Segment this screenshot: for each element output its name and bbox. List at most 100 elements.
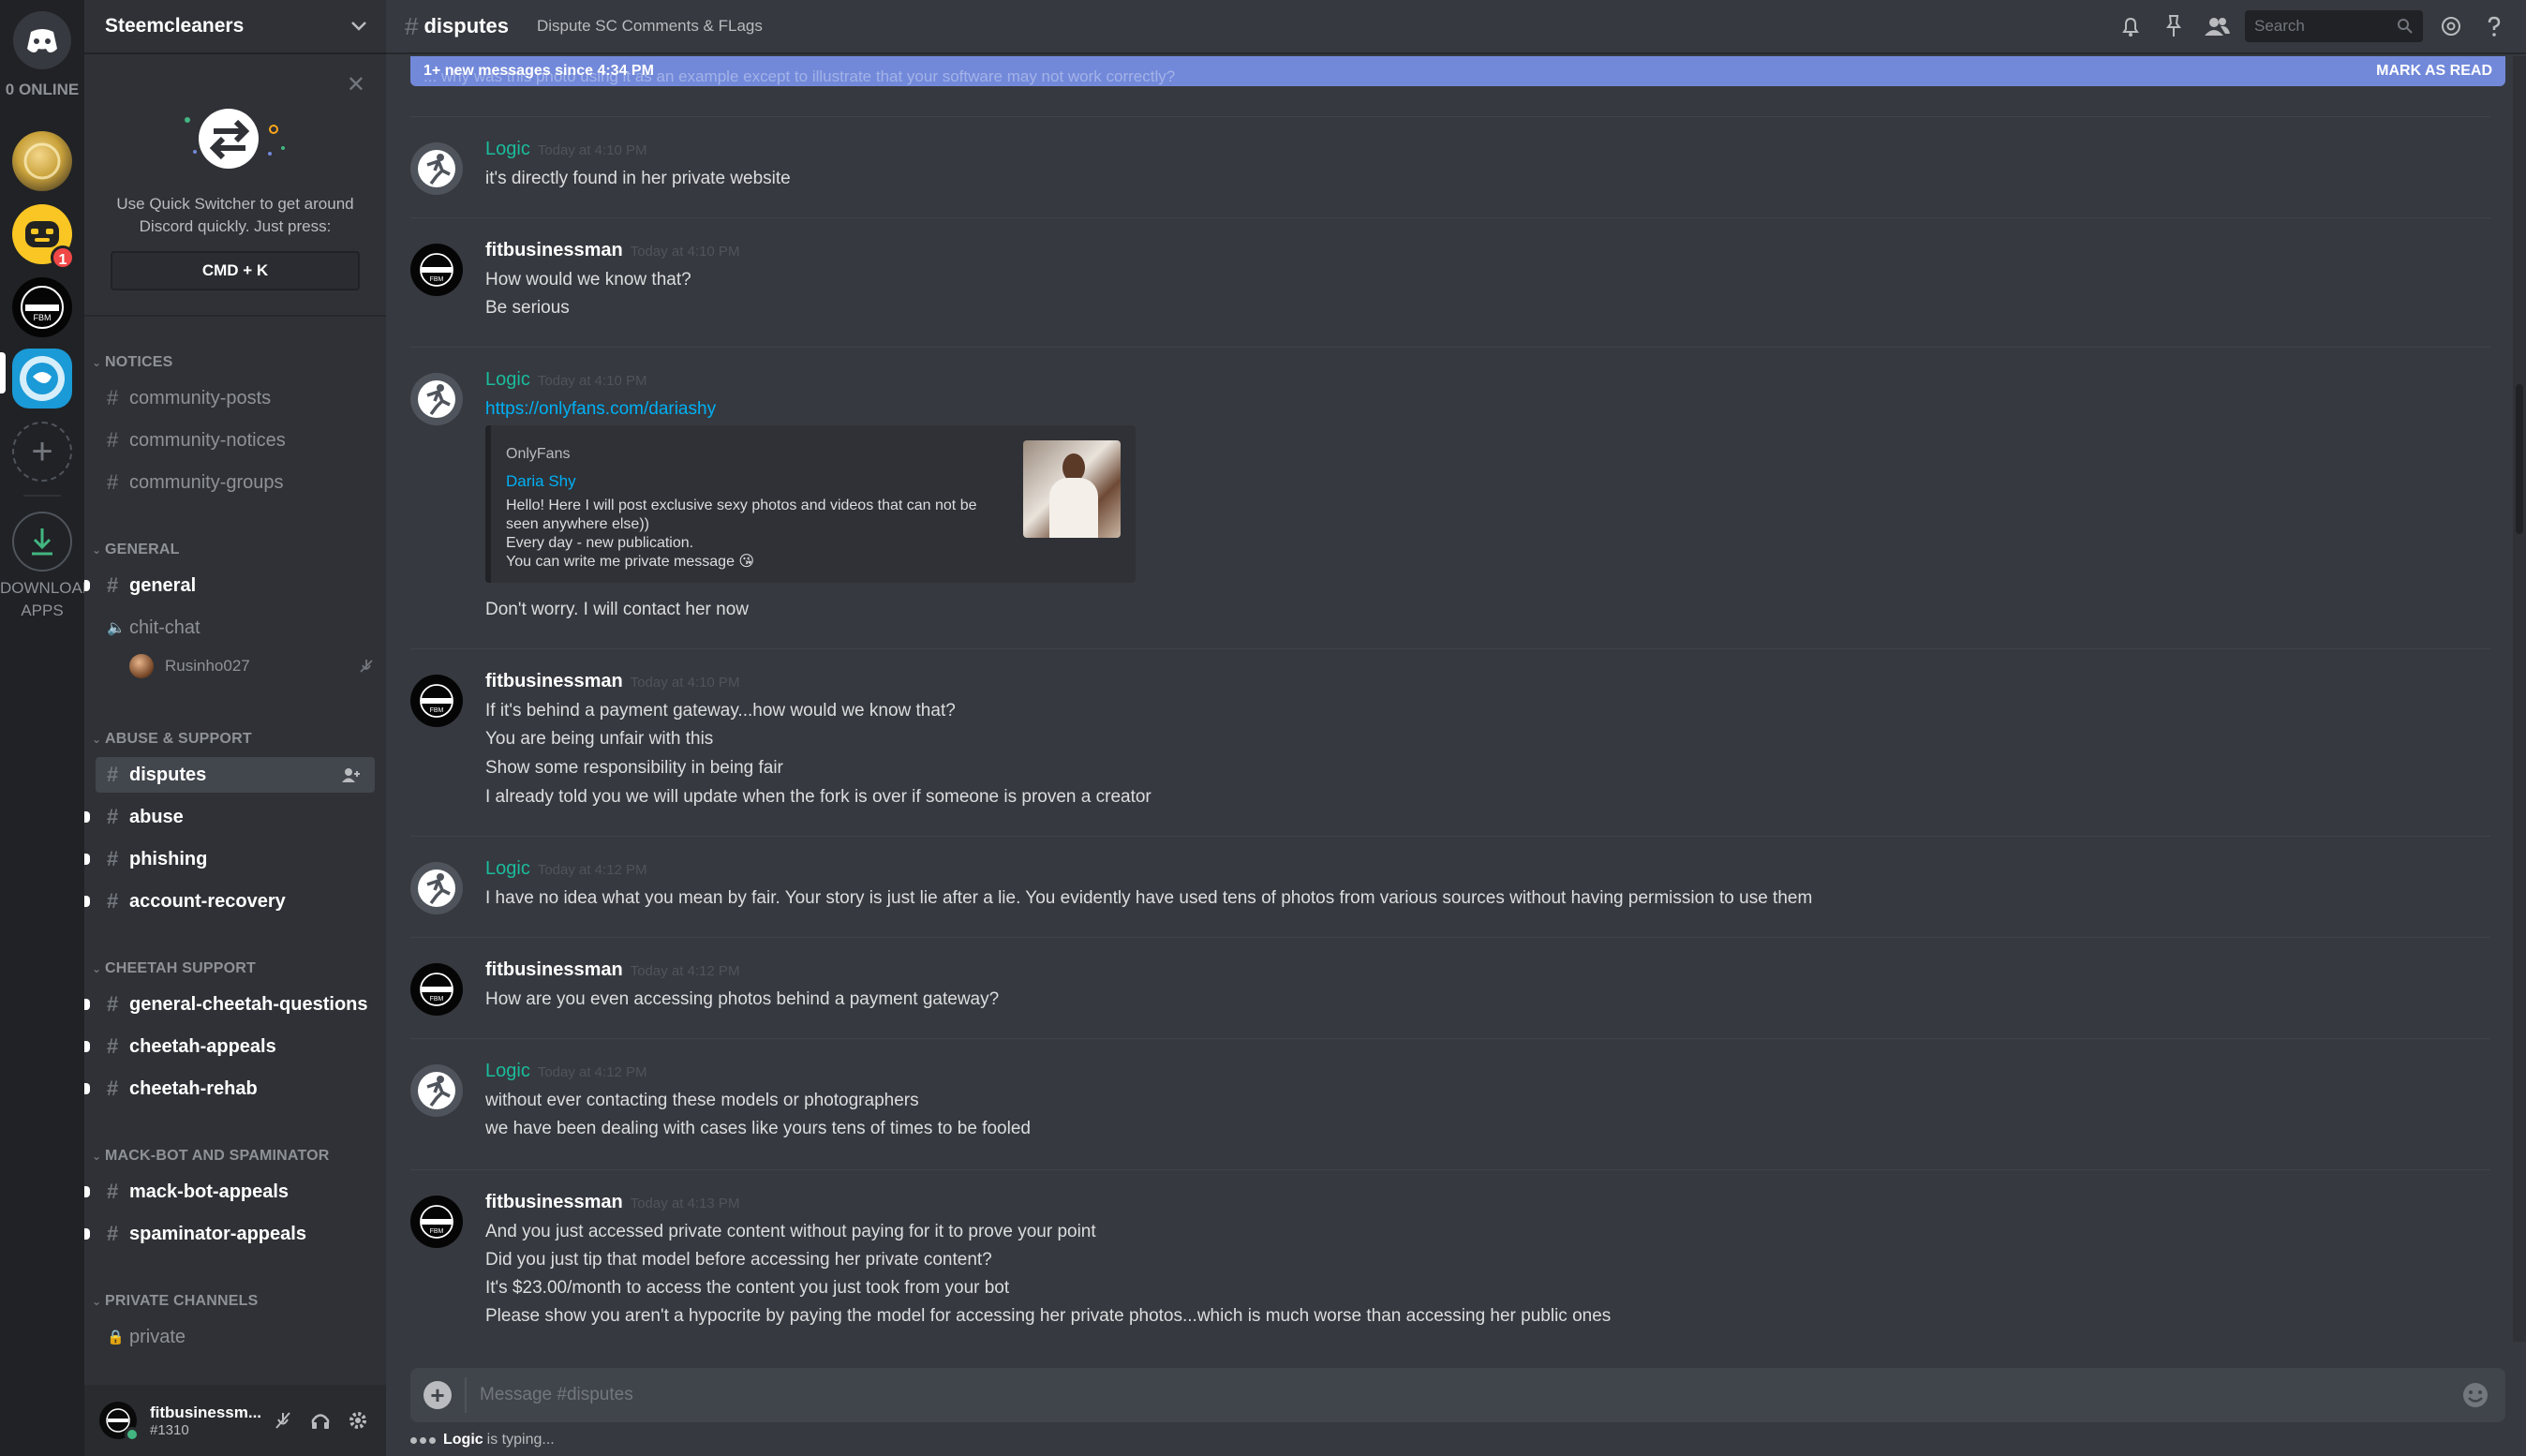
channel-phishing[interactable]: # phishing: [84, 841, 375, 877]
hash-icon: #: [107, 992, 119, 1016]
avatar[interactable]: FBM: [410, 1196, 463, 1248]
channel-general-cheetah-questions[interactable]: # general-cheetah-questions: [84, 987, 375, 1022]
channel-label: phishing: [129, 848, 208, 869]
message-group: FBM fitbusinessman Today at 4:12 PM How a…: [410, 959, 2472, 1016]
scrollbar-thumb[interactable]: [2516, 384, 2523, 534]
message-divider: [410, 1169, 2490, 1170]
avatar[interactable]: [410, 373, 463, 425]
help-button[interactable]: [2479, 9, 2509, 43]
username[interactable]: Logic: [485, 139, 530, 159]
add-member-icon[interactable]: [341, 766, 362, 783]
category-label: ABUSE & SUPPORT: [105, 731, 252, 747]
timestamp: Today at 4:12 PM: [630, 963, 740, 979]
download-apps-label: DOWNLOAD APPS: [0, 579, 84, 619]
channel-cheetah-rehab[interactable]: # cheetah-rehab: [84, 1071, 375, 1107]
username[interactable]: fitbusinessman: [485, 1192, 623, 1212]
category-label: MACK-BOT AND SPAMINATOR: [105, 1148, 330, 1164]
channel-label: general: [129, 574, 197, 596]
deafen-button[interactable]: [307, 1407, 334, 1434]
avatar[interactable]: FBM: [410, 244, 463, 296]
download-apps-button[interactable]: [12, 512, 72, 572]
avatar[interactable]: [99, 1402, 140, 1442]
mentions-button[interactable]: [2436, 9, 2466, 43]
new-messages-bar[interactable]: ... why was this photo using it as an ex…: [410, 56, 2505, 86]
message-group: FBM fitbusinessman Today at 4:10 PM If it…: [410, 671, 2472, 811]
avatar[interactable]: [410, 862, 463, 914]
message-link[interactable]: https://onlyfans.com/dariashy: [485, 399, 716, 420]
add-server-button[interactable]: +: [12, 422, 72, 482]
members-icon: [2205, 18, 2230, 36]
unread-indicator: [84, 1083, 90, 1094]
quick-switcher-shortcut[interactable]: CMD + K: [111, 251, 360, 290]
message-scrollbar[interactable]: [2513, 56, 2526, 1342]
mark-as-read-button[interactable]: MARK AS READ: [2376, 63, 2492, 80]
svg-text:FBM: FBM: [430, 996, 444, 1003]
gear-icon: [349, 1412, 366, 1429]
speaker-icon: 🔈: [107, 620, 126, 636]
embed-description: Hello! Here I will post exclusive sexy p…: [506, 498, 977, 570]
emoji-picker-icon[interactable]: [2460, 1380, 2490, 1410]
channel-chit-chat[interactable]: 🔈 chit-chat: [96, 610, 375, 646]
channel-community-groups[interactable]: # community-groups: [96, 465, 375, 500]
pinned-messages-button[interactable]: [2159, 9, 2189, 43]
discord-home-button[interactable]: [13, 11, 71, 69]
embed-thumbnail[interactable]: [1023, 440, 1121, 538]
channel-community-posts[interactable]: # community-posts: [96, 380, 375, 416]
channel-general[interactable]: # general: [84, 568, 375, 603]
channel-spaminator-appeals[interactable]: # spaminator-appeals: [84, 1216, 375, 1252]
timestamp: Today at 4:10 PM: [537, 142, 647, 158]
server-icon-fbm[interactable]: FBM: [12, 277, 72, 337]
username[interactable]: fitbusinessman: [485, 959, 623, 980]
quick-switcher-text: Use Quick Switcher to get around Discord…: [116, 195, 354, 235]
hash-icon: #: [107, 386, 119, 409]
username[interactable]: Logic: [485, 369, 530, 390]
embed-title[interactable]: Daria Shy: [506, 472, 576, 491]
message-text: How are you even accessing photos behind…: [485, 989, 1000, 1009]
channel-community-notices[interactable]: # community-notices: [96, 423, 375, 458]
category-private-channels[interactable]: ⌄ PRIVATE CHANNELS: [92, 1293, 259, 1310]
message-composer[interactable]: + Message #disputes: [410, 1368, 2505, 1422]
embed-provider[interactable]: OnlyFans: [506, 446, 570, 463]
username[interactable]: Logic: [485, 858, 530, 879]
message-text: You are being unfair with this: [485, 729, 714, 749]
channel-account-recovery[interactable]: # account-recovery: [84, 884, 375, 919]
channel-private[interactable]: 🔒 private: [96, 1319, 375, 1355]
server-icon-steemcleaners[interactable]: [12, 349, 72, 409]
channel-topic[interactable]: Dispute SC Comments & FLags: [537, 17, 763, 36]
mute-mic-button[interactable]: [270, 1407, 296, 1434]
category-general[interactable]: ⌄ GENERAL: [92, 542, 180, 558]
channel-disputes[interactable]: # disputes: [96, 757, 375, 793]
member-list-button[interactable]: [2202, 9, 2232, 43]
avatar[interactable]: FBM: [410, 675, 463, 727]
avatar[interactable]: FBM: [410, 963, 463, 1016]
user-settings-button[interactable]: [345, 1407, 371, 1434]
channel-mack-bot-appeals[interactable]: # mack-bot-appeals: [84, 1174, 375, 1210]
user-meta: fitbusinessm... #1310: [150, 1404, 262, 1438]
channel-abuse[interactable]: # abuse: [84, 799, 375, 835]
message-text: it's directly found in her private websi…: [485, 169, 791, 188]
category-mack-bot[interactable]: ⌄ MACK-BOT AND SPAMINATOR: [92, 1148, 330, 1165]
username[interactable]: Logic: [485, 1061, 530, 1081]
voice-user[interactable]: Rusinho027: [129, 654, 375, 678]
avatar[interactable]: [410, 1064, 463, 1117]
guild-header[interactable]: Steemcleaners: [84, 0, 386, 54]
category-cheetah-support[interactable]: ⌄ CHEETAH SUPPORT: [92, 960, 256, 977]
unread-indicator: [84, 580, 90, 591]
close-icon[interactable]: ✕: [347, 71, 365, 98]
search-input[interactable]: Search: [2245, 10, 2423, 42]
channel-label: community-groups: [129, 471, 284, 493]
username[interactable]: fitbusinessman: [485, 240, 623, 260]
message-input[interactable]: Message #disputes: [480, 1385, 633, 1405]
server-icon-coin[interactable]: [12, 131, 72, 191]
message-group: Logic Today at 4:12 PM without ever conta…: [410, 1061, 2472, 1145]
message-header: fitbusinessman Today at 4:13 PM: [485, 1192, 739, 1213]
upload-plus-button[interactable]: +: [423, 1381, 452, 1409]
username[interactable]: fitbusinessman: [485, 671, 623, 691]
search-placeholder: Search: [2254, 17, 2305, 35]
voice-user-name: Rusinho027: [165, 657, 250, 675]
channel-cheetah-appeals[interactable]: # cheetah-appeals: [84, 1029, 375, 1064]
category-abuse-support[interactable]: ⌄ ABUSE & SUPPORT: [92, 731, 252, 748]
category-notices[interactable]: ⌄ NOTICES: [92, 354, 173, 371]
avatar[interactable]: [410, 142, 463, 195]
notifications-button[interactable]: [2116, 9, 2146, 43]
